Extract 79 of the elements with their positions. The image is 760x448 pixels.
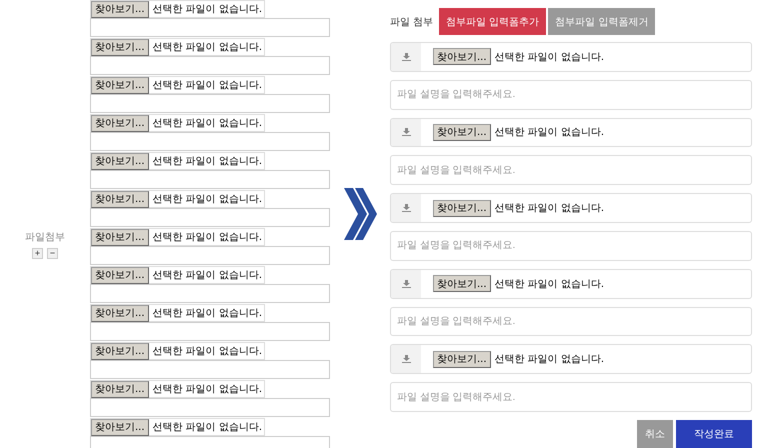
remove-button[interactable]: − bbox=[47, 248, 58, 258]
file-input[interactable]: 찾아보기... 선택한 파일이 없습니다. bbox=[90, 114, 265, 132]
browse-button[interactable]: 찾아보기... bbox=[433, 200, 491, 217]
file-input[interactable]: 찾아보기... 선택한 파일이 없습니다. bbox=[90, 266, 265, 284]
file-status: 선택한 파일이 없습니다. bbox=[152, 345, 262, 358]
double-chevron-icon bbox=[344, 188, 376, 240]
description-field[interactable]: 파일 설명을 입력해주세요. bbox=[390, 382, 752, 412]
file-status: 선택한 파일이 없습니다. bbox=[152, 155, 262, 168]
file-input[interactable]: 찾아보기... 선택한 파일이 없습니다. bbox=[390, 193, 752, 223]
browse-button[interactable]: 찾아보기... bbox=[91, 76, 149, 94]
file-input[interactable]: 찾아보기... 선택한 파일이 없습니다. bbox=[390, 42, 752, 72]
input-field[interactable] bbox=[90, 246, 330, 265]
file-status: 선택한 파일이 없습니다. bbox=[152, 307, 262, 320]
file-status: 선택한 파일이 없습니다. bbox=[152, 117, 262, 130]
file-status: 선택한 파일이 없습니다. bbox=[494, 353, 604, 366]
browse-button[interactable]: 찾아보기... bbox=[91, 114, 149, 132]
file-status: 선택한 파일이 없습니다. bbox=[152, 79, 262, 92]
download-icon bbox=[402, 355, 410, 364]
file-status: 선택한 파일이 없습니다. bbox=[152, 193, 262, 206]
file-status: 선택한 파일이 없습니다. bbox=[152, 383, 262, 396]
description-field[interactable]: 파일 설명을 입력해주세요. bbox=[390, 80, 752, 110]
browse-button[interactable]: 찾아보기... bbox=[433, 350, 491, 368]
file-status: 선택한 파일이 없습니다. bbox=[152, 269, 262, 282]
browse-button[interactable]: 찾아보기... bbox=[91, 418, 149, 436]
file-status: 선택한 파일이 없습니다. bbox=[494, 202, 604, 216]
file-input[interactable]: 찾아보기... 선택한 파일이 없습니다. bbox=[90, 228, 265, 246]
file-input[interactable]: 찾아보기... 선택한 파일이 없습니다. bbox=[390, 118, 752, 148]
browse-button[interactable]: 찾아보기... bbox=[91, 228, 149, 246]
file-status: 선택한 파일이 없습니다. bbox=[152, 3, 262, 16]
add-form-button[interactable]: 첨부파일 입력폼추가 bbox=[439, 8, 546, 35]
file-status: 선택한 파일이 없습니다. bbox=[152, 231, 262, 244]
input-field[interactable] bbox=[90, 56, 330, 75]
file-input[interactable]: 찾아보기... 선택한 파일이 없습니다. bbox=[390, 344, 752, 374]
file-input[interactable]: 찾아보기... 선택한 파일이 없습니다. bbox=[90, 190, 265, 208]
file-input[interactable]: 찾아보기... 선택한 파일이 없습니다. bbox=[90, 380, 265, 398]
field-label: 파일 첨부 bbox=[390, 16, 434, 28]
download-icon bbox=[402, 204, 410, 212]
browse-button[interactable]: 찾아보기... bbox=[91, 152, 149, 170]
input-field[interactable] bbox=[90, 132, 330, 151]
input-field[interactable] bbox=[90, 322, 330, 341]
file-status: 선택한 파일이 없습니다. bbox=[152, 421, 262, 434]
file-status: 선택한 파일이 없습니다. bbox=[494, 126, 604, 140]
browse-button[interactable]: 찾아보기... bbox=[433, 48, 491, 66]
file-status: 선택한 파일이 없습니다. bbox=[494, 278, 604, 291]
download-icon bbox=[402, 128, 410, 136]
add-button[interactable]: + bbox=[32, 248, 43, 258]
input-field[interactable] bbox=[90, 360, 330, 379]
browse-button[interactable]: 찾아보기... bbox=[91, 0, 149, 18]
browse-button[interactable]: 찾아보기... bbox=[433, 275, 491, 292]
browse-button[interactable]: 찾아보기... bbox=[91, 38, 149, 56]
file-input[interactable]: 찾아보기... 선택한 파일이 없습니다. bbox=[90, 342, 265, 360]
description-field[interactable]: 파일 설명을 입력해주세요. bbox=[390, 230, 752, 261]
input-field[interactable] bbox=[90, 208, 330, 227]
input-field[interactable] bbox=[90, 284, 330, 303]
browse-button[interactable]: 찾아보기... bbox=[91, 342, 149, 360]
file-status: 선택한 파일이 없습니다. bbox=[152, 41, 262, 54]
file-input[interactable]: 찾아보기... 선택한 파일이 없습니다. bbox=[90, 304, 265, 322]
download-icon bbox=[402, 52, 410, 61]
description-field[interactable]: 파일 설명을 입력해주세요. bbox=[390, 155, 752, 186]
submit-button[interactable]: 작성완료 bbox=[676, 420, 752, 448]
browse-button[interactable]: 찾아보기... bbox=[91, 380, 149, 398]
file-input[interactable]: 찾아보기... 선택한 파일이 없습니다. bbox=[90, 38, 265, 56]
file-input[interactable]: 찾아보기... 선택한 파일이 없습니다. bbox=[90, 0, 265, 18]
browse-button[interactable]: 찾아보기... bbox=[433, 124, 491, 141]
browse-button[interactable]: 찾아보기... bbox=[91, 304, 149, 322]
file-input[interactable]: 찾아보기... 선택한 파일이 없습니다. bbox=[90, 418, 265, 436]
input-field[interactable] bbox=[90, 18, 330, 37]
description-field[interactable]: 파일 설명을 입력해주세요. bbox=[390, 306, 752, 336]
file-input[interactable]: 찾아보기... 선택한 파일이 없습니다. bbox=[90, 152, 265, 170]
file-input[interactable]: 찾아보기... 선택한 파일이 없습니다. bbox=[390, 268, 752, 299]
input-field[interactable] bbox=[90, 170, 330, 189]
input-field[interactable] bbox=[90, 398, 330, 417]
download-icon bbox=[402, 280, 410, 288]
input-field[interactable] bbox=[90, 94, 330, 113]
browse-button[interactable]: 찾아보기... bbox=[91, 190, 149, 208]
browse-button[interactable]: 찾아보기... bbox=[91, 266, 149, 284]
field-label: 파일첨부 bbox=[25, 230, 65, 244]
file-status: 선택한 파일이 없습니다. bbox=[494, 50, 604, 64]
file-input[interactable]: 찾아보기... 선택한 파일이 없습니다. bbox=[90, 76, 265, 94]
